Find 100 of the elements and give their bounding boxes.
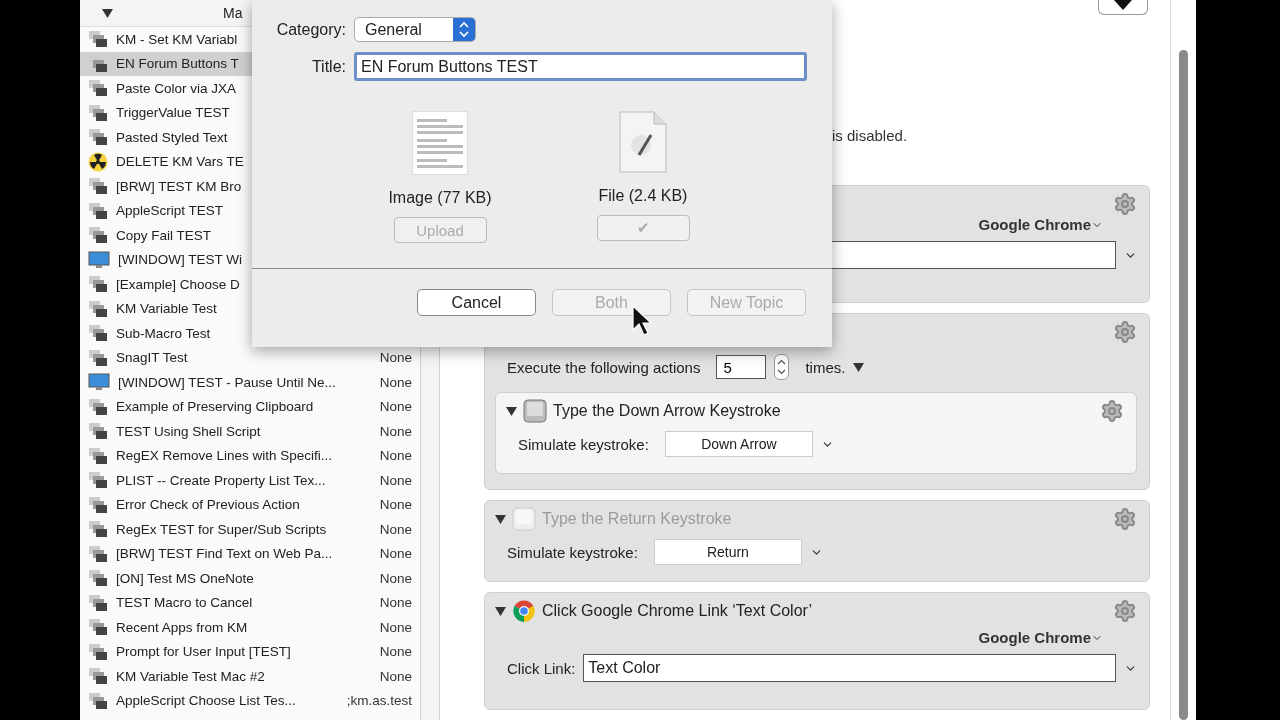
gear-icon[interactable] <box>1113 192 1137 216</box>
scrollbar-thumb[interactable] <box>1179 50 1188 720</box>
macro-name: Copy Fail TEST <box>116 227 212 243</box>
macro-icon <box>88 226 108 245</box>
document-thumbnail-icon <box>412 111 468 175</box>
macro-icon <box>88 275 108 294</box>
trigger-text: None <box>379 350 412 366</box>
trigger-text: None <box>379 374 412 390</box>
status-text: is disabled. <box>832 127 909 146</box>
app-selector[interactable]: Google Chrome <box>978 629 1103 646</box>
link-field[interactable]: Text Color <box>583 654 1116 682</box>
macro-row[interactable]: TriggerValue TEST <box>80 100 420 125</box>
macro-icon <box>88 495 108 514</box>
macro-name: [Example] Choose D <box>116 276 240 292</box>
column-header[interactable]: Ma <box>223 5 243 21</box>
macro-icon <box>88 201 108 220</box>
macro-name: AppleScript Choose List Tes... <box>116 693 296 709</box>
triangle-icon <box>1114 0 1132 10</box>
macro-icon <box>88 593 108 612</box>
macro-name: RegEx TEST for Super/Sub Scripts <box>116 521 327 537</box>
macro-row[interactable]: [WINDOW] TEST - Pause Until Ne... None <box>80 370 420 395</box>
monitor-icon <box>88 250 110 269</box>
sort-triangle-icon[interactable] <box>102 8 113 18</box>
action-title: Click Google Chrome Link ‘Text Color’ <box>542 602 814 620</box>
trigger-text: None <box>379 521 412 537</box>
macro-row[interactable]: AppleScript Choose List Tes... ;km.as.test <box>80 688 420 713</box>
field-label: Simulate keystroke: <box>507 543 638 561</box>
gear-icon[interactable] <box>1100 399 1124 423</box>
macro-row[interactable]: SnagIT Test None <box>80 345 420 370</box>
title-field[interactable]: EN Forum Buttons TEST <box>354 52 807 81</box>
attachment-label: Image (77 KB) <box>388 189 492 207</box>
keystroke-field[interactable]: Down Arrow <box>664 431 813 457</box>
dialog-button[interactable]: Cancel <box>417 289 536 316</box>
action-title: Type the Return Keystroke <box>542 510 733 528</box>
macro-row[interactable]: TEST Macro to Cancel None <box>80 590 420 615</box>
action-title: Type the Down Arrow Keystroke <box>553 402 782 420</box>
macro-row[interactable]: Sub-Macro Test <box>80 321 420 346</box>
macro-row[interactable]: PLIST -- Create Property List Tex... None <box>80 468 420 493</box>
stepper-arrows-icon <box>453 18 475 41</box>
macro-icon <box>88 324 108 343</box>
macro-row[interactable]: KM Variable Test <box>80 296 420 321</box>
trigger-text: None <box>379 546 412 562</box>
macro-row[interactable]: RegEx TEST for Super/Sub Scripts None <box>80 517 420 542</box>
title-label: Title: <box>310 57 346 76</box>
macro-icon <box>88 128 108 147</box>
chrome-icon <box>512 599 536 623</box>
stepper[interactable] <box>774 354 790 380</box>
macro-name: [ON] Test MS OneNote <box>116 570 254 586</box>
macro-icon <box>88 30 108 49</box>
field-label: Click Link: <box>507 659 576 677</box>
macro-row[interactable]: Pasted Styled Text <box>80 125 420 150</box>
macro-row[interactable]: TEST Using Shell Script None <box>80 419 420 444</box>
macro-row[interactable]: RegEX Remove Lines with Specifi... None <box>80 443 420 468</box>
trigger-text: None <box>379 644 412 660</box>
macro-icon <box>88 79 108 98</box>
macro-row[interactable]: Prompt for User Input [TEST] None <box>80 639 420 664</box>
macro-name: Pasted Styled Text <box>116 129 228 145</box>
repeat-label: Execute the following actions <box>507 358 701 376</box>
trigger-text: None <box>379 472 412 488</box>
category-label: Category: <box>275 20 346 39</box>
macro-row[interactable]: [WINDOW] TEST Wi <box>80 247 420 272</box>
field-label: Simulate keystroke: <box>518 435 649 453</box>
macro-icon <box>88 642 108 661</box>
macro-icon <box>88 422 108 441</box>
disclosure-triangle-icon[interactable] <box>495 606 506 616</box>
gear-icon[interactable] <box>1113 599 1137 623</box>
macro-icon <box>88 520 108 539</box>
macro-icon <box>88 667 108 686</box>
macro-row[interactable]: Recent Apps from KM None <box>80 615 420 640</box>
trigger-text: None <box>379 399 412 415</box>
macro-row[interactable]: Example of Preserving Clipboard None <box>80 394 420 419</box>
trigger-text: None <box>379 448 412 464</box>
macro-icon <box>88 618 108 637</box>
macro-name: Recent Apps from KM <box>116 619 248 635</box>
macro-name: PLIST -- Create Property List Tex... <box>116 472 326 488</box>
keyboard-key-icon <box>512 507 536 531</box>
count-field[interactable]: 5 <box>716 355 767 379</box>
gear-icon[interactable] <box>1113 320 1137 344</box>
trigger-text: None <box>379 595 412 611</box>
macro-icon <box>88 348 108 367</box>
macro-icon <box>88 569 108 588</box>
macro-name: Example of Preserving Clipboard <box>116 399 314 415</box>
macro-row[interactable]: [ON] Test MS OneNote None <box>80 566 420 591</box>
macro-name: [BRW] TEST Find Text on Web Pa... <box>116 546 333 562</box>
category-popup[interactable]: General <box>354 17 476 42</box>
dropdown-button[interactable] <box>1098 0 1148 15</box>
macro-row[interactable]: KM Variable Test Mac #2 None <box>80 664 420 689</box>
macro-name: KM Variable Test <box>116 301 217 317</box>
macro-row[interactable]: DELETE KM Vars TE <box>80 149 420 174</box>
trigger-text: None <box>379 668 412 684</box>
macro-name: DELETE KM Vars TE <box>116 154 244 170</box>
macro-row[interactable]: [BRW] TEST Find Text on Web Pa... None <box>80 541 420 566</box>
macro-row[interactable]: Error Check of Previous Action None <box>80 492 420 517</box>
macro-icon <box>88 446 108 465</box>
disclosure-triangle-icon[interactable] <box>506 406 517 416</box>
app-selector[interactable]: Google Chrome <box>978 216 1103 233</box>
dropdown-triangle-icon[interactable] <box>853 362 865 372</box>
macro-name: Error Check of Previous Action <box>116 497 300 513</box>
macro-row[interactable]: [Example] Choose D <box>80 272 420 297</box>
trigger-text: None <box>379 497 412 513</box>
